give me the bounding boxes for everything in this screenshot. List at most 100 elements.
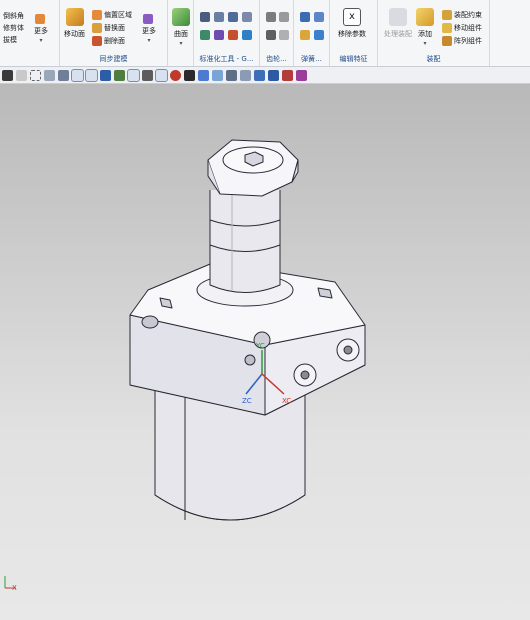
bolt-icon[interactable] [228, 12, 238, 22]
feature-more-label: 更多 [34, 27, 48, 35]
ribbon: 倒斜角 修剪体 拔模 更多 ▾ 移动面 偏置区域 替换面 删除面 更多 ▾ 同步建模… [0, 0, 530, 67]
replace-face-label: 替换面 [104, 24, 125, 32]
add-component-button[interactable]: 添加 ▾ [416, 8, 434, 47]
standard-part-icon[interactable] [200, 12, 210, 22]
fastener-icon[interactable] [214, 12, 224, 22]
sync-more-label: 更多 [142, 27, 156, 35]
draft-button[interactable]: 拔模 [3, 34, 17, 46]
move-face-icon [65, 8, 84, 26]
replace-face-button[interactable]: 替换面 [92, 22, 125, 34]
graphics-viewport[interactable]: YC ZC XC X [0, 84, 530, 620]
trim-body-button[interactable]: 修剪体 [3, 22, 24, 34]
curve-icon[interactable] [113, 69, 125, 81]
assembly-constraints-icon [442, 10, 452, 20]
chamfer-button[interactable]: 倒斜角 [3, 10, 24, 22]
assembly-group-label: 装配 [426, 55, 441, 63]
gear-group-label: 齿轮... [266, 55, 287, 63]
remove-parameters-label: 移除参数 [338, 30, 366, 38]
spring-delete-icon[interactable] [300, 30, 310, 40]
chevron-down-icon: ▾ [423, 40, 427, 47]
chevron-down-icon: ▾ [179, 40, 183, 47]
snap-tangent-icon[interactable] [211, 69, 223, 81]
view-orient-icon[interactable] [239, 69, 251, 81]
remove-parameters-button[interactable]: x 移除参数 [338, 8, 366, 39]
delete-face-label: 删除面 [104, 37, 125, 45]
add-component-icon [416, 8, 434, 26]
chamfer-label: 倒斜角 [3, 12, 24, 20]
edit-feature-group: x 移除参数 编辑特征 [330, 0, 378, 66]
pin-icon[interactable] [200, 30, 210, 40]
clamp-icon[interactable] [228, 30, 238, 40]
disc-spring-icon[interactable] [314, 12, 324, 22]
gear-pair-icon[interactable] [279, 12, 289, 22]
surface-icon [172, 8, 190, 26]
snap-arc-center-icon[interactable] [154, 68, 168, 82]
selection-box-icon[interactable] [29, 69, 41, 81]
gear-icon[interactable] [266, 12, 276, 22]
feature-group: 倒斜角 修剪体 拔模 更多 ▾ [0, 0, 60, 66]
offset-region-label: 偏置区域 [104, 11, 132, 19]
snap-intersection-icon[interactable] [141, 69, 153, 81]
sync-modeling-group: 移动面 偏置区域 替换面 删除面 更多 ▾ 同步建模 [60, 0, 168, 66]
assembly-group: 处理装配 添加 ▾ 装配约束 移动组件 阵列组件 装配 [378, 0, 490, 66]
replace-face-icon [92, 23, 102, 33]
gear-edit-icon[interactable] [279, 30, 289, 40]
surface-label: 曲面 [174, 30, 188, 38]
snap-control-icon[interactable] [126, 68, 140, 82]
process-assembly-icon [389, 8, 407, 26]
gear-group: 齿轮... [260, 0, 294, 66]
sync-more-button[interactable]: 更多 ▾ [142, 14, 156, 44]
nut-icon[interactable] [242, 12, 252, 22]
move-component-label: 移动组件 [454, 24, 482, 32]
snap-end-icon[interactable] [84, 68, 98, 82]
fit-view-icon[interactable] [253, 69, 265, 81]
move-component-icon [442, 23, 452, 33]
section-icon[interactable] [295, 69, 307, 81]
chevron-down-icon: ▾ [147, 37, 151, 44]
color-icon[interactable] [281, 69, 293, 81]
add-component-label: 添加 [418, 30, 432, 38]
surface-button[interactable]: 曲面 ▾ [172, 8, 190, 47]
offset-region-icon [92, 10, 102, 20]
sync-modeling-group-label: 同步建模 [99, 55, 128, 63]
surface-group: 曲面 ▾ [168, 0, 194, 66]
draft-label: 拔模 [3, 36, 17, 44]
spring-edit-icon[interactable] [314, 30, 324, 40]
shaded-view-icon[interactable] [43, 69, 55, 81]
assembly-constraints-button[interactable]: 装配约束 [442, 9, 482, 21]
spring-group: 弹簧... [294, 0, 330, 66]
rack-icon[interactable] [266, 30, 276, 40]
standard-tools-group-label: 标准化工具 - G... [199, 55, 254, 63]
snap-quadrant-icon[interactable] [169, 69, 181, 81]
process-assembly-label: 处理装配 [384, 30, 412, 38]
cylindrical-spring-icon[interactable] [300, 12, 310, 22]
delete-face-button[interactable]: 删除面 [92, 35, 125, 47]
move-component-button[interactable]: 移动组件 [442, 22, 482, 34]
process-assembly-button[interactable]: 处理装配 [384, 8, 412, 39]
snap-point-icon[interactable] [70, 68, 84, 82]
more-feature-icon [35, 14, 45, 24]
snap-on-curve-icon[interactable] [197, 69, 209, 81]
standard-tools-group: 标准化工具 - G... [194, 0, 260, 66]
delete-face-icon [92, 36, 102, 46]
offset-region-button[interactable]: 偏置区域 [92, 9, 132, 21]
sync-more-icon [143, 14, 153, 24]
remove-parameters-icon: x [343, 8, 361, 26]
layer-icon[interactable] [225, 69, 237, 81]
render-style-icon[interactable] [267, 69, 279, 81]
selection-filter-icon[interactable] [15, 69, 27, 81]
washer-icon[interactable] [214, 30, 224, 40]
trim-body-label: 修剪体 [3, 24, 24, 32]
feature-more-button[interactable]: 更多 ▾ [34, 14, 48, 44]
move-face-button[interactable]: 移动面 [64, 8, 85, 39]
spring-pin-icon[interactable] [242, 30, 252, 40]
wireframe-icon[interactable] [57, 69, 69, 81]
menu-icon[interactable] [1, 69, 13, 81]
view-toolbar [0, 67, 530, 84]
yc-axis-label: YC [256, 342, 265, 350]
snap-mid-icon[interactable] [99, 69, 111, 81]
pattern-component-label: 阵列组件 [454, 37, 482, 45]
snap-existing-icon[interactable] [183, 69, 195, 81]
pattern-component-button[interactable]: 阵列组件 [442, 35, 482, 47]
assembly-constraints-label: 装配约束 [454, 11, 482, 19]
